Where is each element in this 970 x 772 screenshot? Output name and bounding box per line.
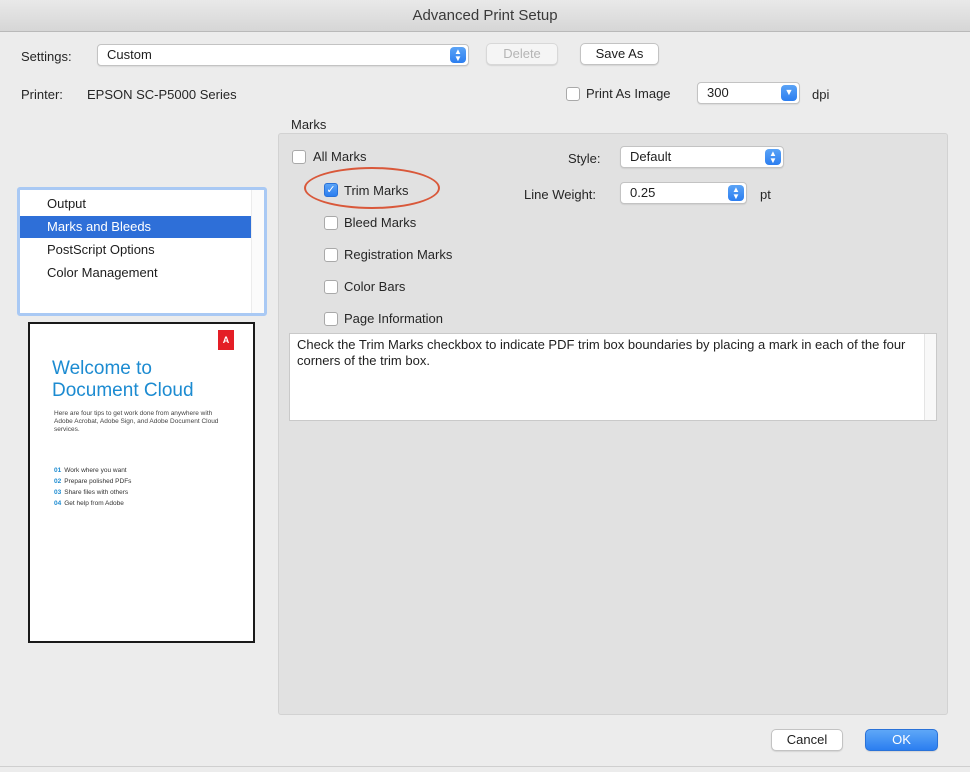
line-weight-label: Line Weight:: [524, 187, 597, 202]
registration-marks-label: Registration Marks: [344, 247, 453, 262]
description-text: Check the Trim Marks checkbox to indicat…: [297, 337, 906, 368]
sidebar-item-output[interactable]: Output: [20, 193, 251, 215]
preview-tips: 01 Work where you want 02 Prepare polished…: [54, 465, 224, 509]
page-information-checkbox[interactable]: [324, 312, 338, 326]
color-bars-label: Color Bars: [344, 279, 406, 294]
sidebar-item-postscript-options[interactable]: PostScript Options: [20, 239, 251, 261]
page-preview: A Welcome to Document Cloud Here are fou…: [28, 322, 255, 643]
all-marks-label: All Marks: [313, 149, 367, 164]
delete-button[interactable]: Delete: [486, 43, 558, 65]
print-as-image-label: Print As Image: [586, 86, 671, 101]
highlight-ring: [304, 167, 440, 209]
color-bars-checkbox[interactable]: [324, 280, 338, 294]
preview-tip: 02 Prepare polished PDFs: [54, 478, 132, 485]
style-select[interactable]: Default ▲ ▼: [620, 146, 784, 168]
category-list[interactable]: Output Marks and Bleeds PostScript Optio…: [17, 187, 267, 316]
preview-body: Here are four tips to get work done from…: [54, 410, 219, 433]
settings-value: Custom: [107, 47, 152, 62]
all-marks-checkbox[interactable]: [292, 150, 306, 164]
style-label: Style:: [568, 151, 601, 166]
adobe-logo-icon: A: [218, 330, 234, 350]
page-information-label: Page Information: [344, 311, 444, 326]
dpi-unit: dpi: [812, 87, 830, 102]
description-scrollbar[interactable]: [924, 334, 936, 420]
settings-label: Settings:: [21, 49, 72, 64]
printer-name: EPSON SC-P5000 Series: [87, 87, 237, 102]
preview-headline-line1: Welcome to: [52, 358, 152, 379]
registration-marks-checkbox[interactable]: [324, 248, 338, 262]
marks-description: Check the Trim Marks checkbox to indicat…: [289, 333, 937, 421]
style-value: Default: [630, 149, 672, 164]
line-weight-unit: pt: [760, 187, 771, 202]
dpi-value: 300: [707, 85, 729, 100]
cancel-button[interactable]: Cancel: [771, 729, 843, 751]
preview-tip: 04 Get help from Adobe: [54, 500, 124, 507]
preview-tip: 03 Share files with others: [54, 489, 129, 496]
ok-button[interactable]: OK: [865, 729, 938, 751]
sidebar-item-color-management[interactable]: Color Management: [20, 262, 251, 284]
window-title: Advanced Print Setup: [0, 0, 970, 32]
line-weight-select[interactable]: 0.25 ▲ ▼: [620, 182, 747, 204]
preview-tip: 01 Work where you want: [54, 467, 127, 474]
line-weight-value: 0.25: [630, 185, 656, 200]
print-as-image-checkbox[interactable]: [566, 87, 580, 101]
printer-label: Printer:: [21, 87, 63, 102]
chevron-updown-icon: ▲ ▼: [765, 149, 781, 165]
save-as-button[interactable]: Save As: [580, 43, 659, 65]
preview-headline: Welcome to Document Cloud: [52, 358, 252, 402]
marks-group-label: Marks: [291, 117, 327, 132]
sidebar-item-marks-and-bleeds[interactable]: Marks and Bleeds: [20, 216, 251, 238]
chevron-down-icon: ▼: [781, 85, 797, 101]
bleed-marks-checkbox[interactable]: [324, 216, 338, 230]
chevron-updown-icon: ▲ ▼: [450, 47, 466, 63]
list-scrollbar[interactable]: [251, 190, 264, 313]
settings-select[interactable]: Custom ▲ ▼: [97, 44, 469, 66]
bleed-marks-label: Bleed Marks: [344, 215, 417, 230]
window-bottom-edge: [0, 766, 970, 767]
preview-headline-line2: Document Cloud: [52, 380, 194, 401]
chevron-updown-icon: ▲ ▼: [728, 185, 744, 201]
dpi-select[interactable]: 300 ▼: [697, 82, 800, 104]
